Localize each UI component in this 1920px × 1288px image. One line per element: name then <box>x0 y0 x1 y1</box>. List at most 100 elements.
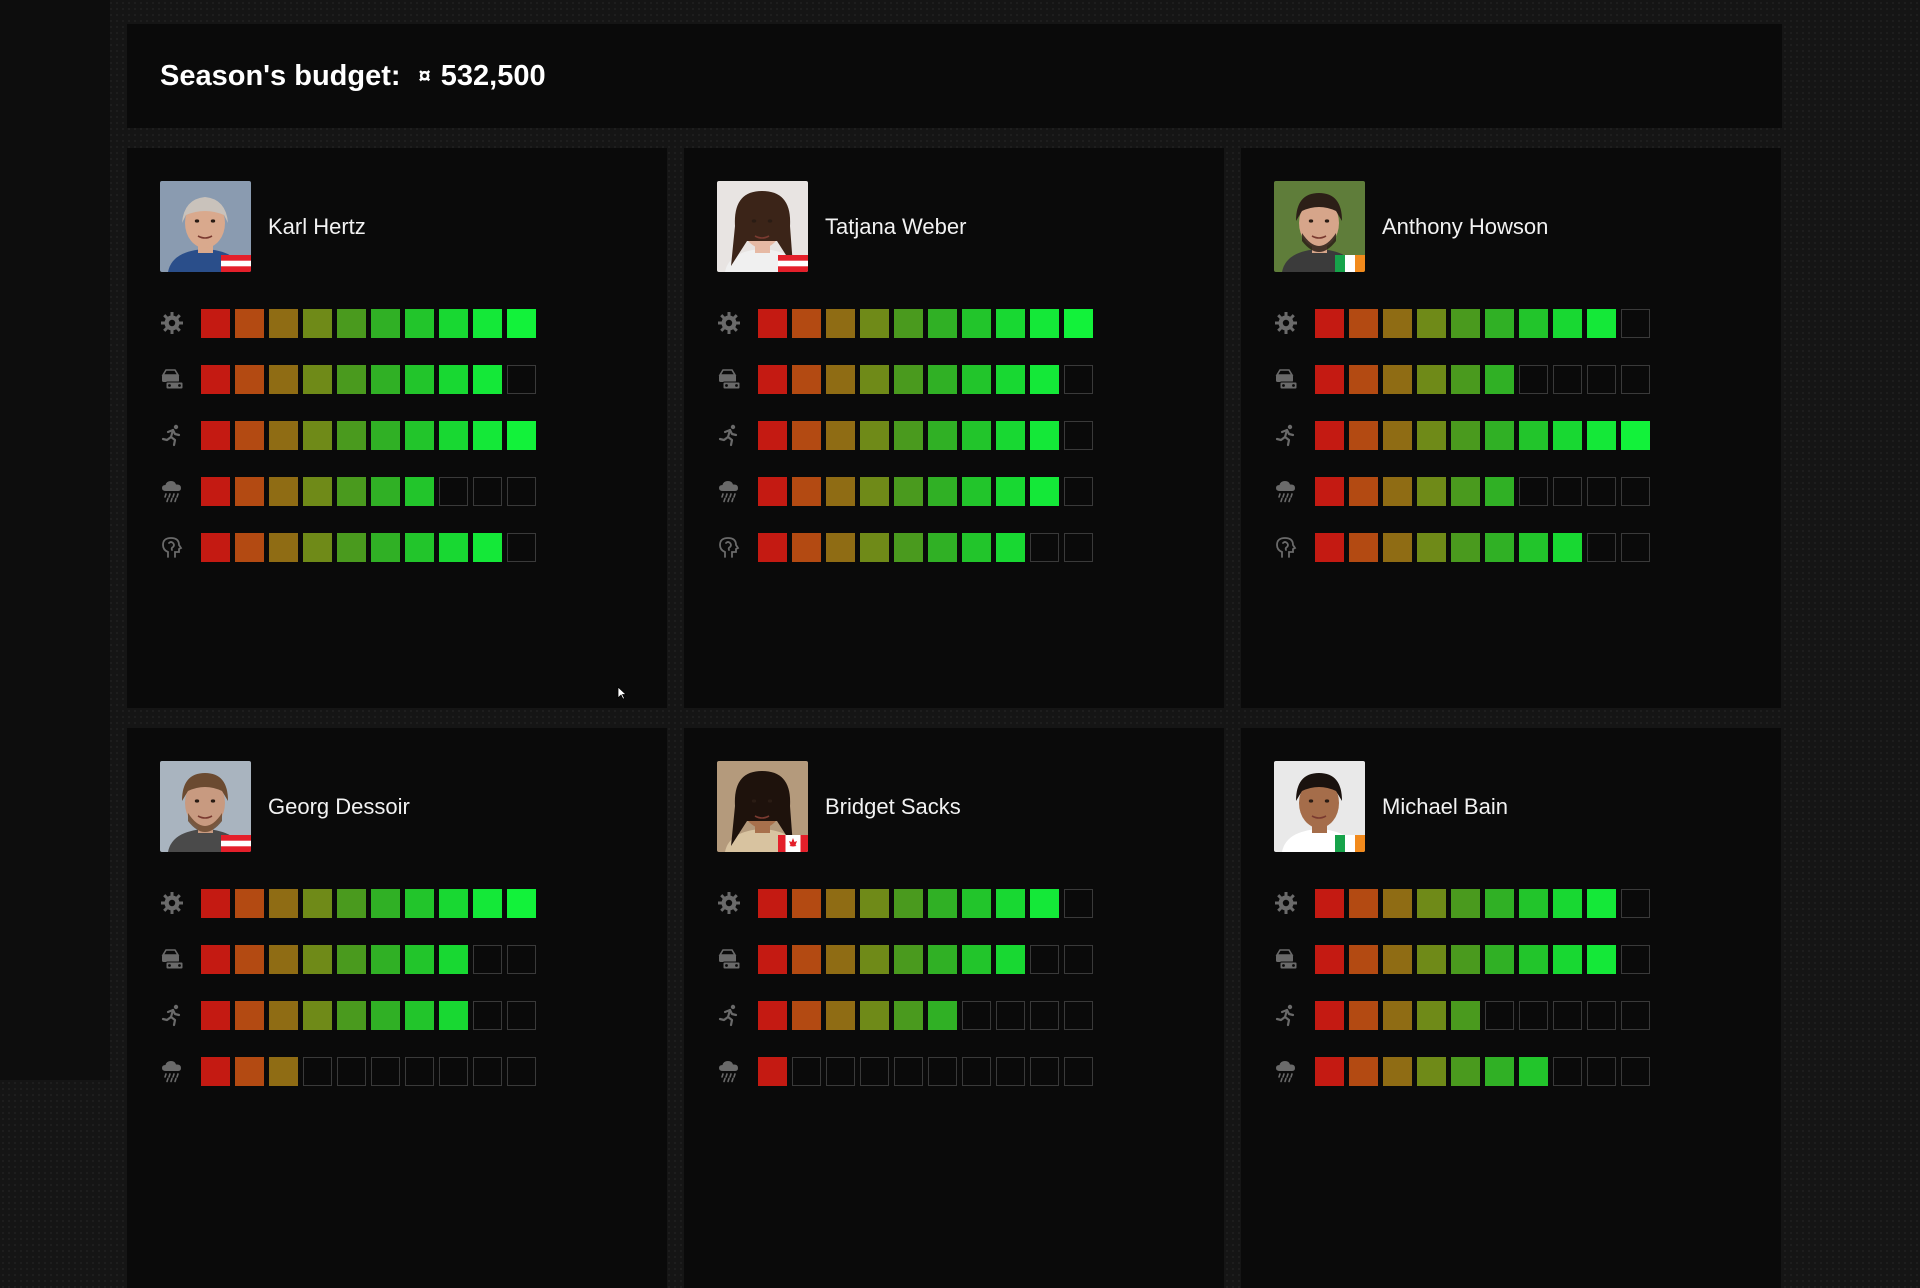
stat-cell-filled <box>439 309 468 338</box>
stat-cell-filled <box>758 533 787 562</box>
stat-cell-filled <box>758 889 787 918</box>
stat-row <box>160 533 536 589</box>
stat-cell-empty <box>1587 477 1616 506</box>
gear-icon <box>717 891 741 915</box>
stat-cell-filled <box>1485 421 1514 450</box>
stat-cell-filled <box>1485 309 1514 338</box>
stat-cell-filled <box>405 533 434 562</box>
stat-row <box>160 477 536 533</box>
car-icon <box>1274 367 1298 391</box>
ireland-flag-icon <box>1335 255 1365 272</box>
stat-cell-filled <box>371 309 400 338</box>
stat-row <box>160 421 536 477</box>
stat-cell-filled <box>1417 1001 1446 1030</box>
stat-cell-filled <box>1451 309 1480 338</box>
stat-cell-filled <box>1383 945 1412 974</box>
stat-cell-filled <box>235 889 264 918</box>
stat-cell-filled <box>1519 889 1548 918</box>
stat-bar <box>758 533 1093 562</box>
stat-row <box>717 477 1093 533</box>
stat-cell-filled <box>792 477 821 506</box>
stat-rows <box>1274 889 1650 1113</box>
stat-cell-filled <box>1315 365 1344 394</box>
stat-cell-filled <box>758 421 787 450</box>
stat-cell-filled <box>1030 365 1059 394</box>
stat-cell-filled <box>1417 309 1446 338</box>
brain-icon <box>1274 535 1298 559</box>
stat-row <box>160 1057 536 1113</box>
stat-cell-filled <box>1485 889 1514 918</box>
stat-cell-empty <box>371 1057 400 1086</box>
stat-cell-filled <box>269 1001 298 1030</box>
stat-cell-filled <box>1315 309 1344 338</box>
rain-icon <box>1274 479 1298 503</box>
stat-cell-filled <box>439 365 468 394</box>
driver-name: Karl Hertz <box>268 213 366 239</box>
stat-bar <box>1315 421 1650 450</box>
stat-cell-empty <box>1587 1001 1616 1030</box>
running-icon <box>717 1003 741 1027</box>
stat-cell-filled <box>201 889 230 918</box>
stat-cell-empty <box>1064 889 1093 918</box>
stat-cell-filled <box>996 421 1025 450</box>
stat-cell-filled <box>1030 421 1059 450</box>
stat-row <box>1274 421 1650 477</box>
stat-cell-empty <box>1064 421 1093 450</box>
stat-cell-filled <box>1485 1057 1514 1086</box>
stat-cell-filled <box>962 309 991 338</box>
stat-cell-filled <box>928 477 957 506</box>
stat-cell-empty <box>1553 477 1582 506</box>
stat-cell-empty <box>439 1057 468 1086</box>
stat-cell-empty <box>473 945 502 974</box>
stat-row <box>1274 889 1650 945</box>
stat-cell-filled <box>1349 1001 1378 1030</box>
stat-bar <box>758 421 1093 450</box>
stat-cell-filled <box>826 1001 855 1030</box>
austria-flag-icon <box>221 255 251 272</box>
stat-row <box>1274 1001 1650 1057</box>
running-icon <box>1274 1003 1298 1027</box>
stat-cell-filled <box>894 309 923 338</box>
stat-cell-filled <box>1349 477 1378 506</box>
stat-cell-filled <box>996 889 1025 918</box>
stat-cell-filled <box>371 421 400 450</box>
stat-cell-empty <box>405 1057 434 1086</box>
driver-portrait <box>1274 181 1365 272</box>
stat-bar <box>201 1001 536 1030</box>
stat-cell-filled <box>337 889 366 918</box>
stat-cell-filled <box>303 309 332 338</box>
stat-cell-filled <box>405 889 434 918</box>
stat-cell-filled <box>303 1001 332 1030</box>
stat-cell-filled <box>894 421 923 450</box>
stat-cell-empty <box>1485 1001 1514 1030</box>
stat-cell-filled <box>894 889 923 918</box>
stat-cell-filled <box>826 477 855 506</box>
stat-cell-filled <box>269 1057 298 1086</box>
stat-cell-filled <box>928 421 957 450</box>
stat-cell-filled <box>758 1001 787 1030</box>
stat-row <box>717 1057 1093 1113</box>
stat-cell-filled <box>928 309 957 338</box>
car-icon <box>160 947 184 971</box>
stat-cell-filled <box>1315 533 1344 562</box>
stat-cell-filled <box>1451 1001 1480 1030</box>
gear-icon <box>160 311 184 335</box>
stat-cell-empty <box>1587 365 1616 394</box>
driver-header: Anthony Howson <box>1274 181 1548 272</box>
stat-cell-empty <box>439 477 468 506</box>
stat-cell-empty <box>1553 1057 1582 1086</box>
stat-cell-empty <box>337 1057 366 1086</box>
rain-icon <box>160 1059 184 1083</box>
austria-flag-icon <box>778 255 808 272</box>
stat-bar <box>1315 477 1650 506</box>
stat-cell-filled <box>1519 309 1548 338</box>
stat-cell-filled <box>269 533 298 562</box>
stat-cell-filled <box>894 365 923 394</box>
stat-cell-filled <box>1315 421 1344 450</box>
rain-icon <box>1274 1059 1298 1083</box>
stat-cell-filled <box>1064 309 1093 338</box>
stat-cell-filled <box>303 477 332 506</box>
stat-cell-empty <box>1064 945 1093 974</box>
stat-cell-empty <box>996 1057 1025 1086</box>
running-icon <box>717 423 741 447</box>
